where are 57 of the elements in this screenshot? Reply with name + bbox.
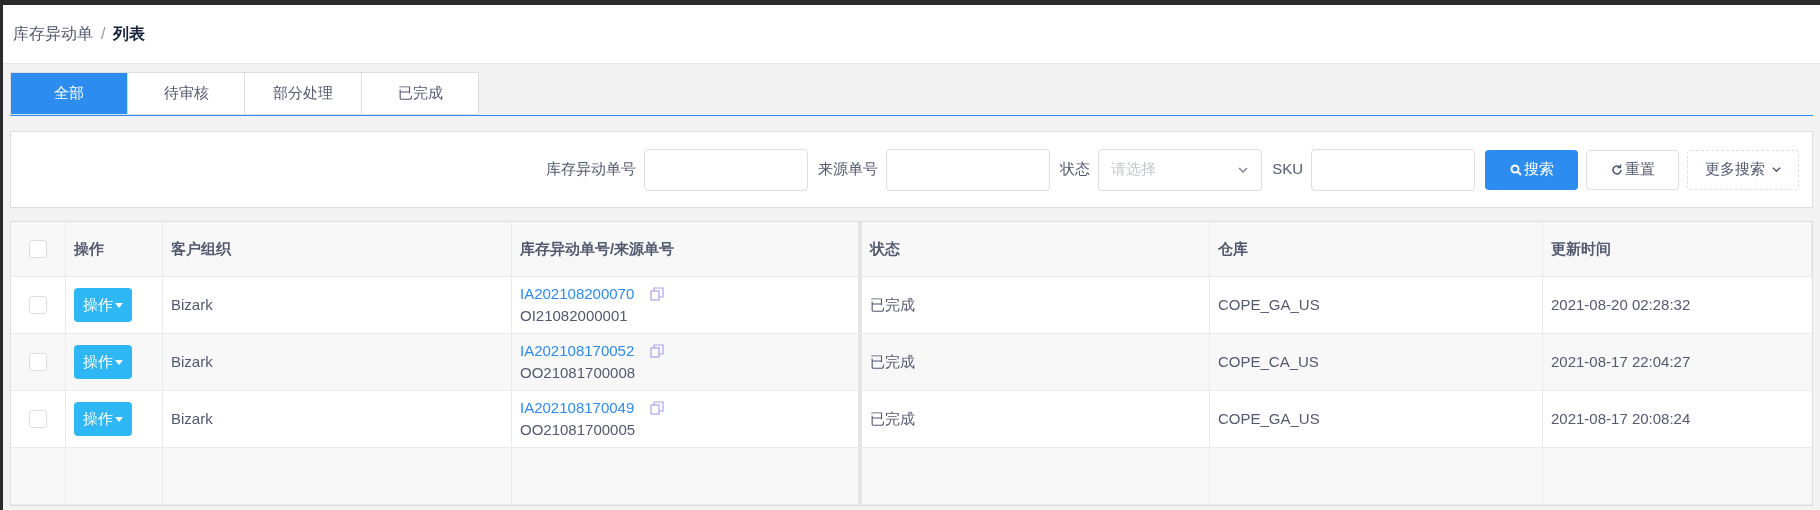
column-header: 客户组织 (171, 238, 231, 259)
status-text: 已完成 (870, 351, 915, 372)
tab[interactable]: 待审核 (127, 72, 245, 115)
checkbox[interactable] (29, 296, 47, 314)
table-cell-text: 2021-08-17 22:04:27 (1551, 351, 1691, 372)
text-input-field[interactable] (1311, 148, 1475, 191)
source-number: OI21082000001 (520, 306, 629, 326)
action-dropdown-button[interactable]: 操作 (74, 402, 132, 436)
caret-down-icon (115, 359, 123, 365)
table-cell-text: Bizark (171, 294, 213, 315)
source-number: OO21081700008 (520, 363, 637, 383)
table-cell-text: 2021-08-20 02:28:32 (1551, 294, 1691, 315)
tab[interactable]: 全部 (10, 72, 128, 115)
breadcrumb-current: 列表 (113, 24, 146, 44)
filter-label: SKU (1272, 159, 1303, 180)
source-number: OO21081700005 (520, 420, 637, 440)
table-cell-text: Bizark (171, 351, 213, 372)
caret-down-icon (115, 302, 123, 308)
action-dropdown-button[interactable]: 操作 (74, 288, 132, 322)
table-cell-text: COPE_GA_US (1218, 294, 1320, 315)
column-header: 库存异动单号/来源单号 (520, 238, 675, 259)
tab[interactable]: 部分处理 (244, 72, 362, 115)
copy-icon[interactable] (650, 401, 665, 415)
refresh-icon (1610, 163, 1623, 176)
breadcrumb-link[interactable]: 库存异动单 (13, 22, 93, 46)
chevron-down-icon (1770, 164, 1782, 175)
text-input-field[interactable] (644, 148, 809, 191)
search-icon (1509, 163, 1522, 176)
action-dropdown-button[interactable]: 操作 (74, 345, 132, 379)
filter-label: 库存异动单号 (546, 159, 637, 180)
reset-button[interactable]: 重置 (1586, 149, 1679, 190)
order-number-link[interactable]: IA202108200070 (520, 283, 635, 305)
column-header: 操作 (74, 238, 104, 259)
breadcrumb-separator: / (101, 24, 106, 44)
table-cell-text: COPE_CA_US (1218, 351, 1319, 372)
order-number-link[interactable]: IA202108170052 (520, 340, 635, 362)
search-button[interactable]: 搜索 (1485, 149, 1578, 190)
caret-down-icon (115, 416, 123, 422)
status-text: 已完成 (870, 408, 915, 429)
tab[interactable]: 已完成 (361, 72, 479, 115)
column-header: 仓库 (1218, 238, 1248, 259)
text-input-field[interactable] (886, 148, 1051, 191)
checkbox[interactable] (29, 410, 47, 428)
order-number-link[interactable]: IA202108170049 (520, 397, 635, 419)
copy-icon[interactable] (650, 287, 665, 301)
checkbox[interactable] (29, 353, 47, 371)
filter-label: 来源单号 (818, 159, 879, 180)
status-text: 已完成 (870, 294, 915, 315)
table-cell-text: 2021-08-17 20:08:24 (1551, 408, 1691, 429)
more-search-button[interactable]: 更多搜索 (1687, 149, 1799, 190)
column-header: 更新时间 (1551, 238, 1611, 259)
table-cell-text: COPE_GA_US (1218, 408, 1320, 429)
checkbox[interactable] (29, 240, 47, 258)
table-cell-text: Bizark (171, 408, 213, 429)
column-header: 状态 (870, 238, 900, 259)
filter-label: 状态 (1060, 159, 1091, 180)
copy-icon[interactable] (650, 344, 665, 358)
